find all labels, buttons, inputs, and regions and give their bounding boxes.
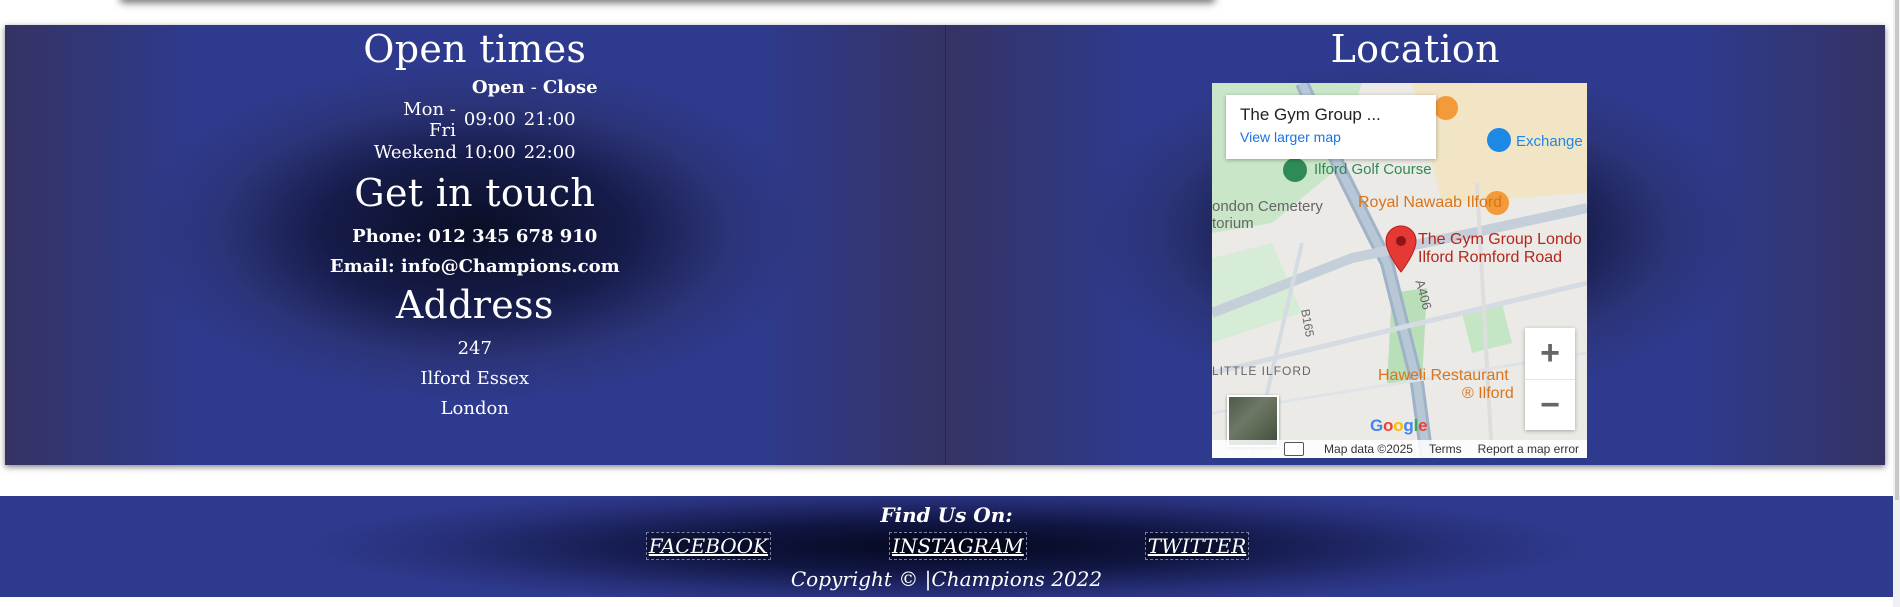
find-us-heading: Find Us On: [880,502,1013,527]
map-label-exchange: Exchange [1516,133,1583,150]
social-links: FACEBOOK INSTAGRAM TWITTER [645,530,1250,562]
copyright-text: Copyright © |Champions 2022 [790,567,1103,592]
map-data-text: Map data ©2025 [1324,442,1413,456]
scrollbar-thumb[interactable] [1895,0,1899,500]
facebook-link[interactable]: FACEBOOK [645,531,772,560]
map-label-gym-2: Ilford Romford Road [1418,249,1563,266]
map-pin-icon[interactable] [1384,225,1418,273]
map-label-haweli-2: ® Ilford [1462,385,1514,402]
contact-heading: Get in touch [354,171,596,215]
map-attribution-bar: Map data ©2025 Terms Report a map error [1212,440,1587,458]
hours-close: 21:00 [523,109,576,130]
address-line-1: 247 [457,337,492,359]
map-label-cemetery-2: torium [1212,215,1254,232]
hours-header-sep: - [530,77,537,98]
address-line-2: Ilford Essex [420,367,530,389]
page-scrollbar[interactable] [1893,0,1900,607]
address-heading: Address [395,283,554,327]
hours-row: Weekend 10:00 22:00 [374,136,576,169]
map-label-haweli: Haweli Restaurant [1378,367,1509,384]
hours-open: 10:00 [463,142,516,163]
open-times-heading: Open times [363,27,587,71]
zoom-out-button[interactable]: − [1525,380,1575,431]
map-place-card: The Gym Group ... View larger map [1226,95,1436,159]
zoom-in-button[interactable]: + [1525,328,1575,380]
report-map-error-link[interactable]: Report a map error [1478,442,1579,456]
terms-link[interactable]: Terms [1429,442,1462,456]
location-column: Location [946,25,1886,73]
footer: Find Us On: FACEBOOK INSTAGRAM TWITTER C… [0,496,1893,597]
phone-text: Phone: 012 345 678 910 [352,225,598,247]
hours-days: Weekend [373,142,457,163]
hours-header-close: Close [542,77,598,98]
google-logo: Google [1370,416,1428,435]
map-label-golf: Ilford Golf Course [1314,161,1432,178]
hours-header: Open - Close [472,77,598,103]
hours-close: 22:00 [523,142,576,163]
hours-open: 09:00 [463,109,516,130]
info-panel: Open times Open - Close Mon - Fri 09:00 … [5,25,946,465]
map-label-nawaab: Royal Nawaab Ilford [1358,194,1503,211]
map-label-gym: The Gym Group Londo [1418,231,1582,248]
address-line-3: London [440,397,509,419]
map-place-title: The Gym Group ... [1240,105,1381,124]
hours-row: Mon - Fri 09:00 21:00 [374,99,576,141]
twitter-link[interactable]: TWITTER [1144,531,1250,560]
embedded-map[interactable]: Ilford Golf Course Exchange Royal Nawaab… [1212,83,1587,458]
info-section: Open times Open - Close Mon - Fri 09:00 … [5,25,1885,465]
instagram-link[interactable]: INSTAGRAM [889,531,1027,560]
email-text: Email: info@Champions.com [329,255,620,277]
keyboard-shortcuts-icon[interactable] [1284,442,1304,456]
hours-days: Mon - Fri [403,98,456,141]
map-label-cemetery: ondon Cemetery [1212,198,1323,215]
location-heading: Location [1330,27,1500,71]
hours-header-open: Open [471,77,525,98]
info-column: Open times Open - Close Mon - Fri 09:00 … [5,25,945,423]
view-larger-map-link[interactable]: View larger map [1240,129,1422,145]
map-label-little-ilford: LITTLE ILFORD [1212,364,1312,378]
zoom-controls: + − [1525,328,1575,430]
